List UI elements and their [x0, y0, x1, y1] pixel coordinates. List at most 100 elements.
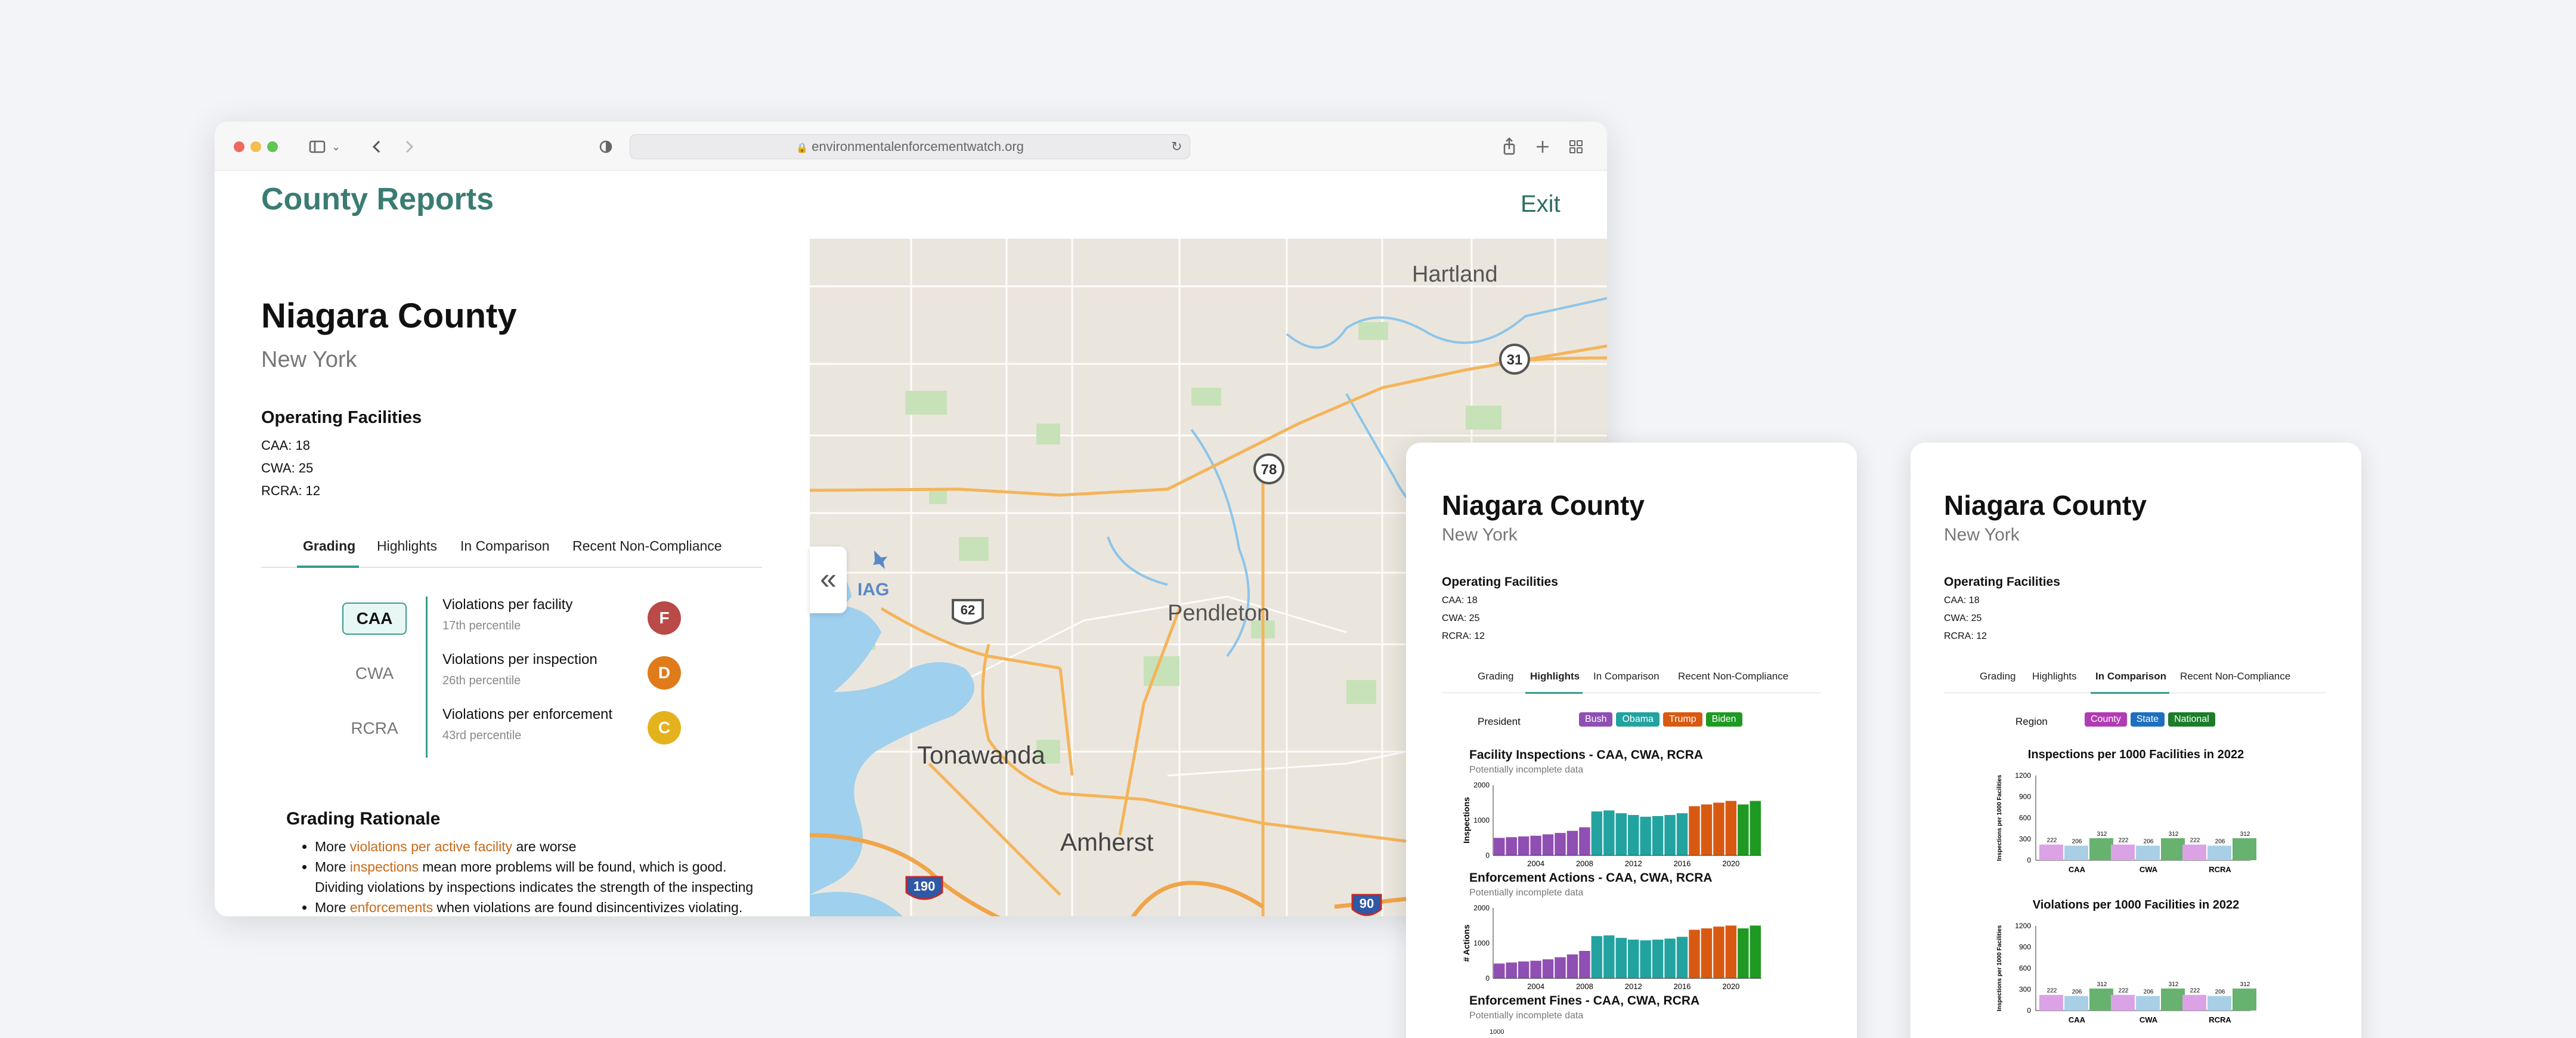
bar [1542, 834, 1554, 855]
data-label: 206 [2144, 989, 2154, 996]
close-window-button[interactable] [234, 141, 244, 152]
forward-icon[interactable] [403, 136, 415, 157]
minimize-window-button[interactable] [250, 141, 261, 152]
data-label: 312 [2169, 831, 2179, 838]
tab-in-comparison[interactable]: In Comparison [2095, 671, 2166, 682]
bar [1530, 835, 1541, 855]
zoom-window-button[interactable] [267, 141, 278, 152]
x-tick-label: 2012 [1625, 859, 1642, 868]
tab-grading[interactable]: Grading [1478, 671, 1513, 682]
card-tabs: Grading Highlights In Comparison Recent … [1944, 665, 2326, 694]
grade-badge-cwa: D [648, 656, 681, 690]
tab-highlights[interactable]: Highlights [377, 538, 437, 554]
tab-overview-icon[interactable] [1568, 136, 1584, 157]
tab-in-comparison[interactable]: In Comparison [460, 538, 550, 554]
privacy-shield-icon[interactable] [599, 136, 613, 157]
tab-recent-non-compliance[interactable]: Recent Non-Compliance [1678, 671, 1788, 682]
bar [1628, 940, 1639, 978]
bar [1652, 940, 1664, 978]
bar [1701, 804, 1713, 855]
grade-category-cwa[interactable]: CWA [342, 659, 407, 691]
grade-percentile-cwa: 26th percentile [442, 674, 521, 687]
x-tick-label: 2016 [1674, 982, 1691, 991]
tab-grading[interactable]: Grading [1980, 671, 2015, 682]
back-icon[interactable] [371, 136, 383, 157]
y-axis-label: Inspections per 1000 Facilities [1996, 925, 2003, 1011]
grade-percentile-caa: 17th percentile [442, 619, 521, 632]
tab-highlights[interactable]: Highlights [1530, 671, 1580, 682]
tab-highlights[interactable]: Highlights [2032, 671, 2077, 682]
route-shield-78: 78 [1253, 453, 1284, 484]
grade-title-cwa: Violations per inspection [442, 651, 597, 668]
grade-title-caa: Violations per facility [442, 597, 573, 613]
app-title: County Reports [261, 182, 494, 217]
tab-recent-non-compliance[interactable]: Recent Non-Compliance [2180, 671, 2290, 682]
data-label: 222 [2190, 988, 2200, 994]
y-tick-label: 300 [2019, 986, 2031, 994]
grade-category-caa[interactable]: CAA [342, 603, 407, 635]
shield-190-text: 190 [914, 879, 936, 894]
data-label: 312 [2097, 831, 2107, 838]
reload-icon[interactable]: ↻ [1171, 136, 1182, 157]
legend-biden[interactable]: Biden [1705, 712, 1742, 727]
bar [2207, 845, 2231, 860]
bar [2233, 838, 2256, 860]
bar [1689, 929, 1700, 978]
new-tab-icon[interactable] [1535, 136, 1550, 157]
collapse-panel-button[interactable]: « [810, 546, 847, 613]
x-tick-label: 2020 [1722, 982, 1739, 991]
share-icon[interactable] [1501, 136, 1517, 157]
data-label: 312 [2240, 981, 2250, 988]
y-tick-label: 2000 [1473, 904, 1490, 912]
data-label: 312 [2169, 981, 2179, 988]
exit-link[interactable]: Exit [1521, 191, 1561, 218]
bar [2233, 988, 2256, 1011]
map-label-tonawanda: Tonawanda [917, 741, 1045, 769]
bar [1628, 815, 1639, 855]
address-bar[interactable]: 🔒 environmentalenforcementwatch.org [630, 134, 1190, 159]
x-tick-label: 2008 [1576, 982, 1593, 991]
route-shield-90: 90 [1351, 894, 1382, 916]
bar [1615, 813, 1627, 855]
y-axis-label: # Actions [1463, 925, 1471, 962]
chevron-down-icon[interactable]: ⌄ [332, 136, 340, 157]
map-label-pendleton: Pendleton [1168, 601, 1270, 626]
legend-bush[interactable]: Bush [1579, 712, 1613, 727]
bar [1603, 810, 1615, 855]
legend-national[interactable]: National [2168, 712, 2215, 727]
bar [1615, 938, 1627, 978]
list-item: More inspections mean more problems will… [315, 857, 768, 897]
y-tick-label: 900 [2019, 793, 2031, 801]
chart-title-inspections-per-1000: Inspections per 1000 Facilities in 2022 [2027, 748, 2244, 761]
legend-trump[interactable]: Trump [1662, 712, 1702, 727]
y-tick-label: 900 [2019, 943, 2031, 952]
grade-category-rcra[interactable]: RCRA [342, 713, 407, 746]
shield-62-text: 62 [961, 603, 975, 617]
lock-icon: 🔒 [796, 143, 808, 153]
tab-recent-non-compliance[interactable]: Recent Non-Compliance [572, 538, 722, 554]
shield-90-text: 90 [1360, 896, 1374, 911]
grading-rationale-heading: Grading Rationale [286, 809, 441, 829]
bar [2161, 838, 2185, 860]
x-tick-label: 2020 [1722, 859, 1739, 868]
chart-subtitle-fines: Potentially incomplete data [1469, 1011, 1584, 1021]
sidebar-toggle-icon[interactable] [309, 136, 326, 157]
legend-state[interactable]: State [2130, 712, 2165, 727]
data-label: 206 [2215, 989, 2225, 996]
bar [1750, 801, 1761, 855]
x-tick-label: RCRA [2209, 1015, 2231, 1024]
tab-in-comparison[interactable]: In Comparison [1593, 671, 1659, 682]
bar [1689, 806, 1700, 855]
bar [1494, 963, 1505, 978]
y-tick-label: 300 [2019, 835, 2031, 844]
legend-obama[interactable]: Obama [1616, 712, 1659, 727]
grading-connector-line [426, 597, 428, 758]
y-tick-label: 0 [2027, 856, 2031, 864]
tab-grading[interactable]: Grading [303, 538, 355, 554]
bar [1506, 962, 1517, 978]
legend-county[interactable]: County [2085, 712, 2127, 727]
card-state-name: New York [1442, 525, 1518, 545]
bar [1738, 804, 1749, 855]
fines-y-tick: 1000 [1490, 1028, 1504, 1036]
bar [1664, 815, 1676, 855]
